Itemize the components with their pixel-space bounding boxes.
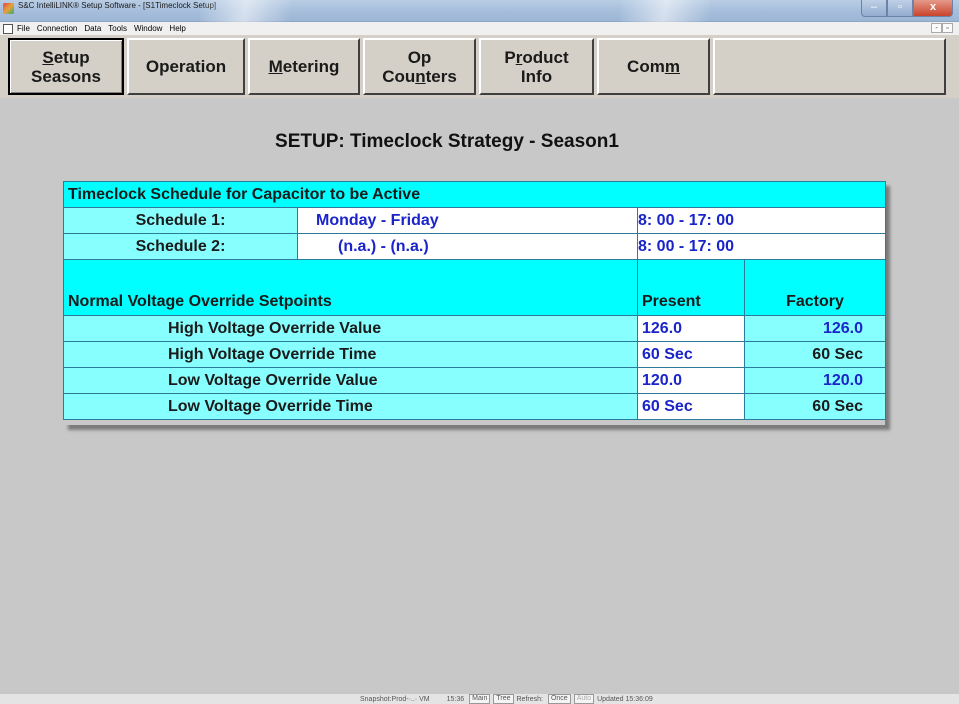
mdi-controls: - ▫: [931, 23, 953, 33]
window-controls: – ▫ x: [861, 0, 953, 18]
schedule-times[interactable]: 8: 00 - 17: 00: [636, 233, 887, 260]
override-label: High Voltage Override Time: [63, 341, 638, 368]
schedule-days[interactable]: (n.a.) - (n.a.): [297, 233, 638, 260]
override-factory-value: 120.0: [743, 367, 887, 394]
override-present-value[interactable]: 126.0: [637, 315, 745, 342]
tab-empty: [713, 38, 946, 95]
timeclock-panel: Timeclock Schedule for Capacitor to be A…: [62, 181, 887, 425]
main-content: SETUP: Timeclock Strategy - Season1 Time…: [8, 98, 959, 694]
tab-label: Setup Seasons: [31, 47, 101, 86]
status-once-button[interactable]: Once: [547, 694, 571, 704]
window-title-bar: S&C IntelliLINK® Setup Software - [S1Tim…: [0, 0, 959, 22]
status-main-button[interactable]: Main: [469, 694, 491, 704]
schedule-label: Schedule 1:: [63, 207, 298, 234]
close-button[interactable]: x: [913, 0, 953, 17]
mdi-restore-button[interactable]: ▫: [942, 23, 953, 33]
override-present-value[interactable]: 60 Sec: [637, 341, 745, 368]
tab-label: Operation: [145, 57, 227, 76]
status-tree-button[interactable]: Tree: [493, 694, 514, 704]
override-factory-value: 126.0: [743, 315, 887, 342]
schedule-row: Schedule 1: Monday - Friday 8: 00 - 17: …: [63, 207, 887, 234]
document-icon[interactable]: [3, 23, 13, 34]
tab-bar: Setup Seasons Operation Metering Op Counte…: [0, 35, 959, 98]
tab-operation[interactable]: Operation: [127, 38, 245, 95]
override-row: High Voltage Override Value 126.0 126.0: [63, 315, 887, 342]
timeclock-table: Timeclock Schedule for Capacitor to be A…: [62, 181, 887, 420]
tab-op-counters[interactable]: Op Counters: [363, 38, 476, 95]
override-section-header: Normal Voltage Override Setpoints: [63, 259, 638, 316]
status-updated: Updated 15:36:09: [597, 695, 653, 703]
app-icon: [3, 3, 14, 14]
title-bar-glass-highlight: [620, 0, 710, 22]
column-header-present: Present: [637, 259, 745, 316]
window-title: S&C IntelliLINK® Setup Software - [S1Tim…: [18, 1, 217, 10]
override-present-value[interactable]: 120.0: [637, 367, 745, 394]
menu-window[interactable]: Window: [134, 24, 162, 33]
tab-product-info[interactable]: Product Info: [479, 38, 594, 95]
tab-label: Product Info: [504, 47, 569, 86]
override-row: Low Voltage Override Value 120.0 120.0: [63, 367, 887, 394]
status-bar: Snapshot:Prod-·..· VM 15:36 Main Tree Re…: [0, 694, 959, 704]
status-snapshot: Snapshot:Prod-·..· VM: [360, 695, 430, 703]
override-present-value[interactable]: 60 Sec: [637, 393, 745, 420]
menu-tools[interactable]: Tools: [108, 24, 127, 33]
override-row: Low Voltage Override Time 60 Sec 60 Sec: [63, 393, 887, 420]
column-header-factory: Factory: [743, 259, 887, 316]
menu-connection[interactable]: Connection: [37, 24, 77, 33]
schedule-row: Schedule 2: (n.a.) - (n.a.) 8: 00 - 17: …: [63, 233, 887, 260]
tab-comm[interactable]: Comm: [597, 38, 710, 95]
menu-data[interactable]: Data: [84, 24, 101, 33]
menu-bar: File Connection Data Tools Window Help -…: [0, 22, 959, 35]
override-label: High Voltage Override Value: [63, 315, 638, 342]
page-title: SETUP: Timeclock Strategy - Season1: [275, 131, 619, 152]
minimize-button[interactable]: –: [861, 0, 887, 17]
override-label: Low Voltage Override Value: [63, 367, 638, 394]
menu-help[interactable]: Help: [169, 24, 185, 33]
status-auto-button: Auto: [573, 694, 595, 704]
override-factory-value: 60 Sec: [743, 341, 887, 368]
schedule-label: Schedule 2:: [63, 233, 298, 260]
title-bar-glass-highlight: [200, 0, 290, 22]
tab-label: Comm: [627, 57, 680, 76]
override-factory-value: 60 Sec: [743, 393, 887, 420]
tab-metering[interactable]: Metering: [248, 38, 360, 95]
schedule-section-header: Timeclock Schedule for Capacitor to be A…: [62, 181, 887, 208]
status-refresh-label: Refresh:: [516, 695, 543, 703]
schedule-times[interactable]: 8: 00 - 17: 00: [636, 207, 887, 234]
tab-label: Op Counters: [382, 47, 457, 86]
schedule-days[interactable]: Monday - Friday: [297, 207, 638, 234]
tab-setup-seasons[interactable]: Setup Seasons: [8, 38, 124, 95]
override-label: Low Voltage Override Time: [63, 393, 638, 420]
mdi-minimize-button[interactable]: -: [931, 23, 942, 33]
tab-label: Metering: [268, 57, 340, 76]
status-time: 15:36: [446, 695, 465, 703]
menu-file[interactable]: File: [17, 24, 30, 33]
override-row: High Voltage Override Time 60 Sec 60 Sec: [63, 341, 887, 368]
maximize-button[interactable]: ▫: [887, 0, 913, 17]
